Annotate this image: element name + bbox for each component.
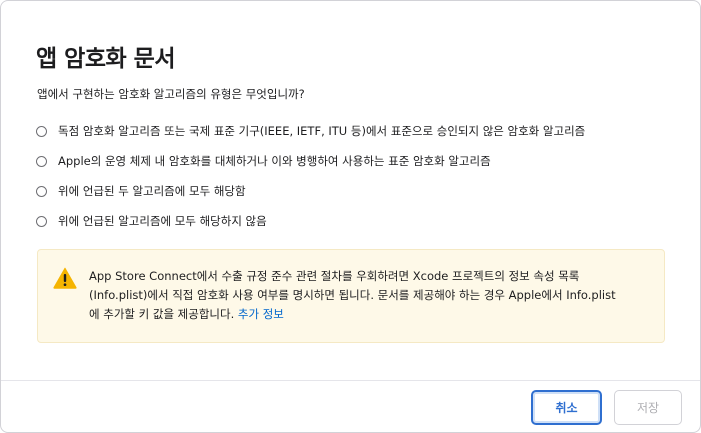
save-button[interactable]: 저장: [614, 390, 682, 425]
option-proprietary-algorithm[interactable]: 독점 암호화 알고리즘 또는 국제 표준 기구(IEEE, IETF, ITU …: [36, 116, 585, 146]
option-label: 독점 암호화 알고리즘 또는 국제 표준 기구(IEEE, IETF, ITU …: [58, 124, 586, 138]
warning-icon: [53, 267, 77, 289]
radio-button[interactable]: [36, 155, 47, 167]
dialog-title: 앱 암호화 문서: [36, 46, 175, 72]
option-standard-algorithm[interactable]: Apple의 운영 체제 내 암호화를 대체하거나 이와 병행하여 사용하는 표…: [36, 146, 585, 176]
notice-text-line: (Info.plist)에서 직접 암호화 사용 여부를 명시하면 됩니다. 문…: [89, 288, 616, 302]
radio-button[interactable]: [36, 185, 47, 197]
algorithm-options: 독점 암호화 알고리즘 또는 국제 표준 기구(IEEE, IETF, ITU …: [36, 116, 585, 236]
option-both-algorithms[interactable]: 위에 언급된 두 알고리즘에 모두 해당함: [36, 176, 585, 206]
option-label: Apple의 운영 체제 내 암호화를 대체하거나 이와 병행하여 사용하는 표…: [58, 154, 491, 168]
notice-text-line: 에 추가할 키 값을 제공합니다.: [89, 307, 235, 321]
notice-text: App Store Connect에서 수출 규정 준수 관련 절차를 우회하려…: [89, 267, 654, 324]
option-none[interactable]: 위에 언급된 알고리즘에 모두 해당하지 않음: [36, 206, 585, 236]
footer-divider: [1, 380, 700, 381]
option-label: 위에 언급된 알고리즘에 모두 해당하지 않음: [58, 214, 267, 228]
warning-notice: App Store Connect에서 수출 규정 준수 관련 절차를 우회하려…: [37, 249, 665, 343]
radio-button[interactable]: [36, 215, 47, 227]
cancel-button[interactable]: 취소: [531, 390, 602, 425]
more-info-link[interactable]: 추가 정보: [238, 307, 284, 321]
question-text: 앱에서 구현하는 암호화 알고리즘의 유형은 무엇입니까?: [37, 87, 305, 101]
notice-text-line: App Store Connect에서 수출 규정 준수 관련 절차를 우회하려…: [89, 269, 580, 283]
encryption-documentation-dialog: 앱 암호화 문서 앱에서 구현하는 암호화 알고리즘의 유형은 무엇입니까? 독…: [0, 0, 701, 433]
option-label: 위에 언급된 두 알고리즘에 모두 해당함: [58, 184, 246, 198]
radio-button[interactable]: [36, 125, 47, 137]
